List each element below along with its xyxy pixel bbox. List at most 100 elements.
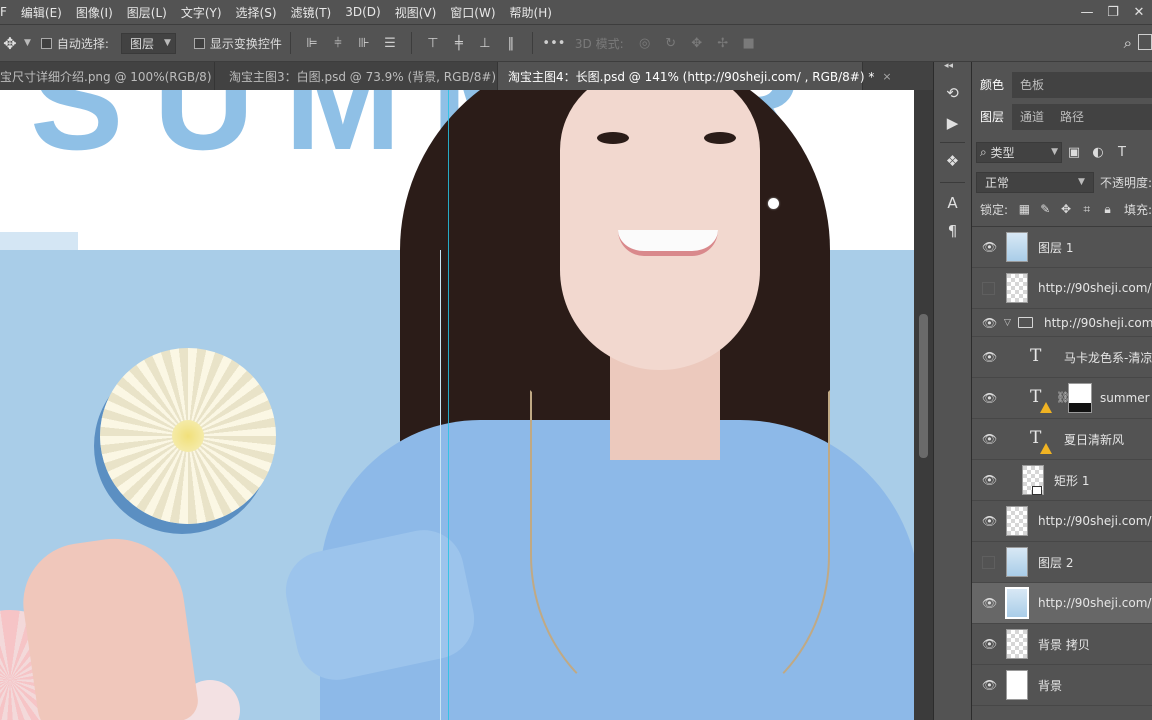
right-panels: 颜色 色板 图层 通道 路径 ⌕ 类型 ▼ ▣ ◐ T 正常 ▼ 不透明度: 锁… xyxy=(972,62,1152,720)
actions-play-icon[interactable]: ▶ xyxy=(934,114,971,132)
paragraph-icon[interactable]: ¶ xyxy=(934,222,971,240)
lock-image-icon[interactable]: ✎ xyxy=(1035,202,1056,216)
vertical-guide[interactable] xyxy=(448,90,449,720)
tab-layers[interactable]: 图层 xyxy=(972,104,1013,130)
folder-icon xyxy=(1018,317,1033,328)
eye-icon[interactable]: 👁︎ xyxy=(982,391,997,405)
menu-filter[interactable]: 滤镜(T) xyxy=(284,4,339,21)
eye-icon[interactable]: 👁︎ xyxy=(982,473,997,487)
blend-mode-dropdown[interactable]: 正常 ▼ xyxy=(976,171,1094,193)
more-options-icon[interactable]: ••• xyxy=(541,36,567,51)
layer-row[interactable]: 👁︎ 矩形 1 xyxy=(972,460,1152,501)
tab-main-image-3[interactable]: 淘宝主图3：白图.psd @ 73.9% (背景, RGB/8#) × xyxy=(215,62,513,90)
menu-edit[interactable]: 编辑(E) xyxy=(14,4,69,21)
layer-mask-thumbnail[interactable] xyxy=(1068,383,1092,413)
canvas-scrollbar[interactable] xyxy=(914,90,933,720)
align-middle-v-icon[interactable]: ╪ xyxy=(446,36,472,51)
layer-row[interactable]: 图层 2 xyxy=(972,542,1152,583)
layer-group-row[interactable]: 👁︎ ▽ http://90sheji.com/ xyxy=(972,309,1152,337)
layer-row[interactable]: 👁︎ T ⛓ summer xyxy=(972,378,1152,419)
eye-icon[interactable]: 👁︎ xyxy=(982,316,997,330)
layer-row[interactable]: http://90sheji.com/ xyxy=(972,268,1152,309)
3d-camera-icon[interactable]: ■ xyxy=(736,36,762,51)
layer-row[interactable]: 👁︎ 背景 拷贝 xyxy=(972,624,1152,665)
eye-icon[interactable]: 👁︎ xyxy=(982,432,997,446)
align-right-icon[interactable]: ⊪ xyxy=(351,36,377,51)
document-canvas[interactable]: SUMMER xyxy=(0,90,914,720)
3d-slide-icon[interactable]: ✢ xyxy=(710,36,736,51)
eye-icon[interactable]: 👁︎ xyxy=(982,637,997,651)
eye-icon[interactable]: 👁︎ xyxy=(982,678,997,692)
search-icon[interactable]: ⌕ xyxy=(1124,34,1132,52)
filter-kind-value: 类型 xyxy=(990,145,1015,160)
tab-size-guide[interactable]: 宝尺寸详细介绍.png @ 100%(RGB/8) × xyxy=(0,62,229,90)
filter-adjustment-icon[interactable]: ◐ xyxy=(1086,145,1110,160)
layer-row[interactable]: 👁︎ T 夏日清新风 xyxy=(972,419,1152,460)
workspace-icon[interactable] xyxy=(1138,34,1152,50)
layer-row[interactable]: 👁︎ T 马卡龙色系-清凉 xyxy=(972,337,1152,378)
menu-layer[interactable]: 图层(L) xyxy=(120,4,174,21)
tool-preset-caret-icon[interactable]: ▼ xyxy=(24,38,31,48)
visibility-toggle-off[interactable] xyxy=(982,282,995,295)
search-icon: ⌕ xyxy=(980,144,991,159)
history-icon[interactable]: ⟲ xyxy=(934,84,971,102)
menu-select[interactable]: 选择(S) xyxy=(229,4,284,21)
lock-transparent-icon[interactable]: ▦ xyxy=(1014,202,1035,216)
auto-select-target-dropdown[interactable]: 图层 ▼ xyxy=(120,32,176,54)
close-icon[interactable]: × xyxy=(882,70,891,83)
menu-view[interactable]: 视图(V) xyxy=(388,4,444,21)
tab-paths[interactable]: 路径 xyxy=(1052,104,1092,130)
model-eye-left xyxy=(597,132,629,144)
menu-image[interactable]: 图像(I) xyxy=(69,4,120,21)
layer-row[interactable]: 👁︎ 图层 1 xyxy=(972,227,1152,268)
eye-icon[interactable]: 👁︎ xyxy=(982,596,997,610)
eye-icon[interactable]: 👁︎ xyxy=(982,240,997,254)
lock-all-icon[interactable]: 🔒︎ xyxy=(1097,202,1118,217)
tab-main-image-4[interactable]: 淘宝主图4：长图.psd @ 141% (http://90sheji.com/… xyxy=(498,62,892,90)
3d-pan-icon[interactable]: ✥ xyxy=(684,36,710,51)
layer-row[interactable]: 👁︎ 背景 xyxy=(972,665,1152,706)
blend-row: 正常 ▼ 不透明度: xyxy=(976,170,1152,194)
collapse-panels-icon[interactable]: ◂◂ xyxy=(944,61,953,71)
layer-row[interactable]: 👁︎ http://90sheji.com/ xyxy=(972,501,1152,542)
lock-position-icon[interactable]: ✥ xyxy=(1056,202,1077,216)
move-tool-icon[interactable]: ✥ xyxy=(0,34,20,53)
3d-roll-icon[interactable]: ↻ xyxy=(658,36,684,51)
layer-filter-dropdown[interactable]: ⌕ 类型 ▼ xyxy=(976,141,1062,163)
3d-panel-icon[interactable]: ❖ xyxy=(934,152,971,170)
distribute-v-icon[interactable]: ‖ xyxy=(498,36,524,51)
character-icon[interactable]: A xyxy=(934,194,971,212)
restore-button[interactable]: ❐ xyxy=(1100,5,1126,20)
menu-help[interactable]: 帮助(H) xyxy=(503,4,559,21)
tab-channels[interactable]: 通道 xyxy=(1012,104,1052,130)
show-transform-checkbox[interactable] xyxy=(193,37,205,49)
align-left-icon[interactable]: ⊫ xyxy=(299,36,325,51)
menu-type[interactable]: 文字(Y) xyxy=(174,4,229,21)
filter-type-icon[interactable]: T xyxy=(1110,145,1134,160)
layer-row-selected[interactable]: 👁︎ http://90sheji.com/ xyxy=(972,583,1152,624)
align-bottom-icon[interactable]: ⊥ xyxy=(472,36,498,51)
menu-window[interactable]: 窗口(W) xyxy=(443,4,502,21)
align-center-h-icon[interactable]: ⫩ xyxy=(325,36,351,51)
tab-label: 宝尺寸详细介绍.png @ 100%(RGB/8) xyxy=(0,69,212,84)
3d-orbit-icon[interactable]: ◎ xyxy=(632,36,658,51)
menu-3d[interactable]: 3D(D) xyxy=(338,5,387,19)
tab-swatches[interactable]: 色板 xyxy=(1012,72,1052,98)
align-top-icon[interactable]: ⊤ xyxy=(420,36,446,51)
eye-icon[interactable]: 👁︎ xyxy=(982,350,997,364)
distribute-h-icon[interactable]: ☰ xyxy=(377,36,403,51)
menu-file[interactable]: F xyxy=(0,5,14,19)
filter-pixel-icon[interactable]: ▣ xyxy=(1062,145,1086,160)
close-window-button[interactable]: ✕ xyxy=(1126,5,1152,20)
layer-thumbnail xyxy=(1006,273,1028,303)
minimize-button[interactable]: — xyxy=(1074,5,1100,20)
separator xyxy=(940,182,965,183)
eye-icon[interactable]: 👁︎ xyxy=(982,514,997,528)
lock-label: 锁定: xyxy=(980,202,1009,217)
scrollbar-thumb[interactable] xyxy=(919,314,928,458)
tab-color[interactable]: 颜色 xyxy=(972,72,1013,98)
visibility-toggle-off[interactable] xyxy=(982,556,995,569)
auto-select-checkbox[interactable] xyxy=(40,37,52,49)
lock-artboard-icon[interactable]: ⌗ xyxy=(1076,202,1097,217)
chevron-down-icon[interactable]: ▽ xyxy=(1004,318,1011,328)
